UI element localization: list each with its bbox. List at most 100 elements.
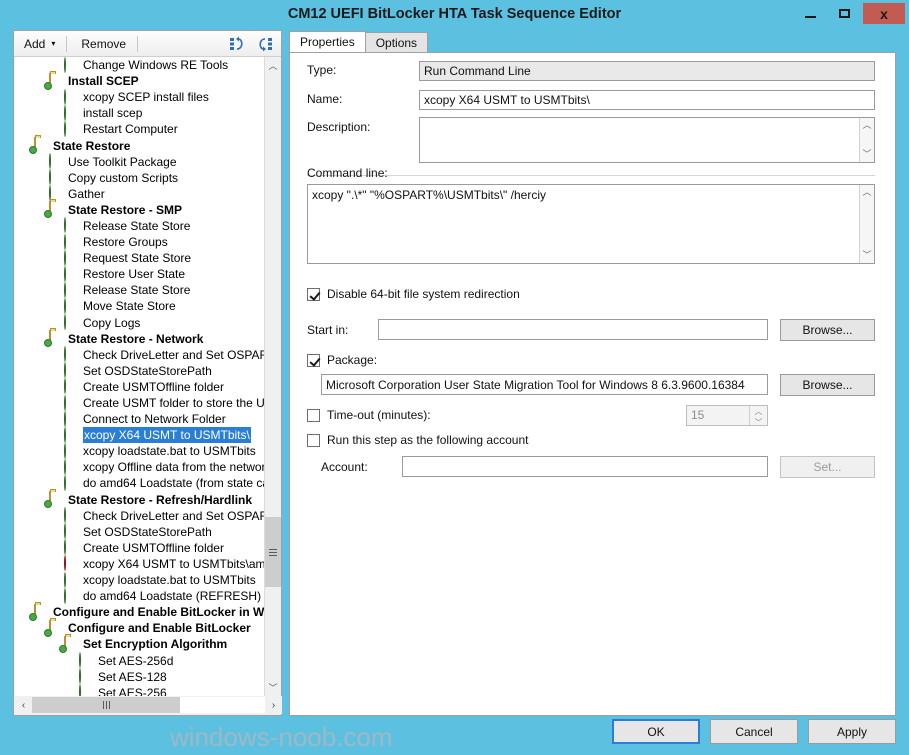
tree-item[interactable]: xcopy loadstate.bat to USMTbits: [15, 571, 266, 588]
tree-item[interactable]: Set OSDStateStorePath: [15, 362, 266, 379]
package-field[interactable]: [321, 374, 768, 395]
vertical-scroll-thumb[interactable]: [265, 517, 281, 587]
tree-vertical-scrollbar[interactable]: ︿ ﹀: [264, 57, 281, 696]
tree-item[interactable]: Set Encryption Algorithm: [15, 635, 266, 652]
package-checkbox[interactable]: [307, 353, 320, 367]
name-field[interactable]: [419, 90, 875, 110]
cancel-button[interactable]: Cancel: [710, 719, 798, 744]
tree-item[interactable]: do amd64 Loadstate (REFRESH): [15, 587, 266, 604]
tree-item[interactable]: Restart Computer: [15, 120, 266, 137]
description-field[interactable]: [419, 117, 875, 163]
horizontal-scroll-track[interactable]: [180, 697, 265, 713]
close-button[interactable]: x: [862, 2, 906, 25]
tree-item[interactable]: Release State Store: [15, 281, 266, 298]
timeout-checkbox[interactable]: [307, 408, 320, 422]
tree-item[interactable]: Connect to Network Folder: [15, 410, 266, 427]
description-scrollbar[interactable]: ︿ ﹀: [859, 118, 874, 162]
add-button[interactable]: Add ▾: [17, 33, 62, 55]
tree-item[interactable]: Install SCEP: [15, 72, 266, 89]
start-in-browse-button[interactable]: Browse...: [780, 319, 875, 341]
move-up-icon[interactable]: [227, 34, 249, 54]
command-line-scroll-up-icon[interactable]: ︿: [860, 185, 875, 200]
move-down-icon[interactable]: [254, 34, 276, 54]
timeout-row[interactable]: Time-out (minutes):: [307, 408, 431, 422]
tree-item[interactable]: xcopy SCEP install files: [15, 88, 266, 105]
command-line-scroll-down-icon[interactable]: ﹀: [860, 248, 875, 263]
tree-item-label: Use Toolkit Package: [68, 154, 177, 169]
tree-item-label: Set OSDStateStorePath: [83, 363, 212, 378]
run-as-checkbox[interactable]: [307, 433, 320, 447]
scroll-left-button[interactable]: ‹: [15, 697, 32, 714]
apply-button[interactable]: Apply: [808, 719, 896, 744]
tree-item[interactable]: Set AES-256d: [15, 652, 266, 669]
tree-item[interactable]: Restore User State: [15, 265, 266, 282]
command-line-field[interactable]: [307, 184, 875, 264]
tree-horizontal-scrollbar[interactable]: ‹ ›: [15, 696, 282, 714]
timeout-stepper[interactable]: 15 ︿ ﹀: [686, 405, 768, 428]
tree-item[interactable]: Use Toolkit Package: [15, 153, 266, 170]
tree-item[interactable]: State Restore - Refresh/Hardlink: [15, 491, 266, 508]
ok-button[interactable]: OK: [612, 719, 700, 744]
description-scroll-down-icon[interactable]: ﹀: [860, 147, 875, 162]
tree-item-label: Copy custom Scripts: [68, 170, 179, 185]
minimize-button[interactable]: [794, 2, 826, 25]
description-scroll-up-icon[interactable]: ︿: [860, 118, 875, 133]
disable-redirection-row[interactable]: Disable 64-bit file system redirection: [307, 287, 520, 301]
tree-item[interactable]: Set AES-128: [15, 668, 266, 685]
tree-item-label: xcopy X64 USMT to USMTbits\: [83, 427, 251, 444]
maximize-button[interactable]: [828, 2, 860, 25]
tree-item[interactable]: Create USMTOffline folder: [15, 378, 266, 395]
tree-item-label: xcopy X64 USMT to USMTbits\am: [83, 556, 266, 571]
tree-item[interactable]: Restore Groups: [15, 233, 266, 250]
account-set-button: Set...: [780, 456, 875, 478]
tree-item[interactable]: State Restore: [15, 137, 266, 154]
tree-item[interactable]: Create USMT folder to store the US: [15, 394, 266, 411]
timeout-decrement-icon[interactable]: ﹀: [750, 417, 767, 428]
tree-item[interactable]: Create USMTOffline folder: [15, 539, 266, 556]
command-line-scrollbar[interactable]: ︿ ﹀: [859, 185, 874, 263]
tree-item[interactable]: xcopy Offline data from the network: [15, 458, 266, 475]
start-in-field[interactable]: [378, 319, 768, 340]
package-row[interactable]: Package:: [307, 353, 377, 367]
tree-item[interactable]: Check DriveLetter and Set OSPAR: [15, 346, 266, 363]
package-browse-button[interactable]: Browse...: [780, 374, 875, 396]
tree-item[interactable]: Check DriveLetter and Set OSPAR: [15, 507, 266, 524]
task-sequence-tree[interactable]: Change Windows RE Tools Install SCEP xcopy…: [15, 57, 266, 696]
type-row: Type:: [307, 63, 415, 77]
tab-options[interactable]: Options: [364, 32, 429, 53]
tree-item[interactable]: Move State Store: [15, 297, 266, 314]
tree-item[interactable]: xcopy X64 USMT to USMTbits\: [15, 426, 266, 444]
tree-item[interactable]: State Restore - Network: [15, 330, 266, 347]
timeout-increment-icon[interactable]: ︿: [750, 406, 767, 417]
success-icon: [64, 442, 79, 459]
horizontal-scroll-thumb[interactable]: [32, 697, 180, 713]
tree-item[interactable]: Set AES-256: [15, 684, 266, 696]
tree-item[interactable]: Set OSDStateStorePath: [15, 523, 266, 540]
command-line-box: ︿ ﹀: [307, 184, 875, 264]
tree-item[interactable]: State Restore - SMP: [15, 201, 266, 218]
toolbar-divider-1: [66, 35, 68, 52]
tree-item[interactable]: xcopy X64 USMT to USMTbits\am: [15, 555, 266, 572]
tree-item[interactable]: install scep: [15, 104, 266, 121]
tree-item[interactable]: Request State Store: [15, 249, 266, 266]
account-field[interactable]: [402, 456, 768, 477]
scroll-right-button[interactable]: ›: [265, 697, 282, 714]
tree-item-label: State Restore - Network: [68, 331, 204, 346]
timeout-spin-buttons[interactable]: ︿ ﹀: [749, 406, 767, 428]
success-icon: [64, 281, 79, 298]
description-label: Description:: [307, 120, 371, 134]
tree-item-label: Create USMTOffline folder: [83, 540, 224, 555]
tree-item[interactable]: Configure and Enable BitLocker: [15, 619, 266, 636]
remove-button[interactable]: Remove: [74, 33, 133, 55]
tree-item[interactable]: xcopy loadstate.bat to USMTbits: [15, 442, 266, 459]
maximize-icon: [838, 9, 850, 18]
tree-item-label: Create USMTOffline folder: [83, 379, 224, 394]
scroll-down-button[interactable]: ﹀: [265, 679, 281, 696]
tree-item[interactable]: Copy custom Scripts: [15, 169, 266, 186]
tree-item-label: Restore User State: [83, 267, 186, 282]
tree-item[interactable]: Release State Store: [15, 217, 266, 234]
scroll-up-button[interactable]: ︿: [265, 57, 281, 74]
run-as-row[interactable]: Run this step as the following account: [307, 433, 528, 447]
tab-properties[interactable]: Properties: [289, 31, 366, 53]
disable-redirection-checkbox[interactable]: [307, 287, 320, 301]
